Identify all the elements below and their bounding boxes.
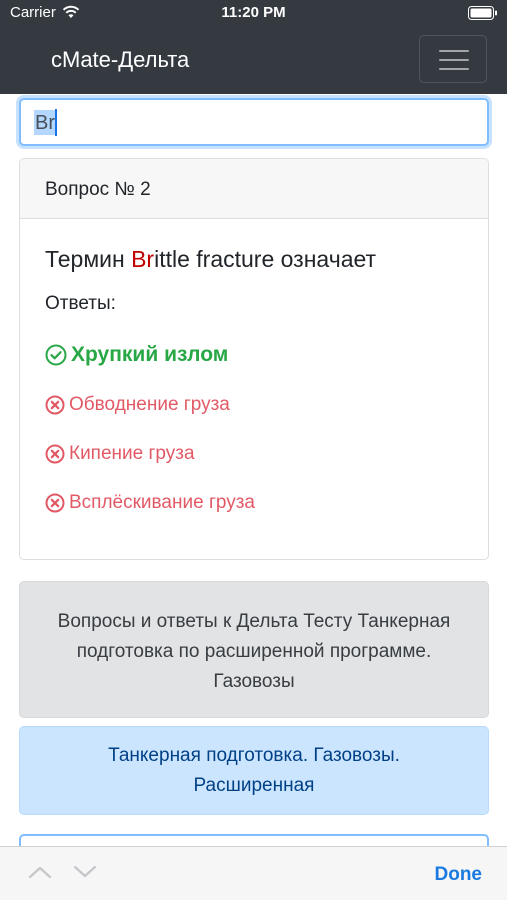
question-title-rest: ittle fracture означает: [154, 246, 377, 272]
answer-wrong: Обводнение груза: [45, 394, 230, 416]
question-title-prefix: Термин: [45, 246, 132, 272]
answer-text: Хрупкий излом: [71, 343, 229, 366]
clock: 11:20 PM: [221, 4, 286, 21]
x-circle-icon: [45, 493, 65, 513]
chevron-up-icon[interactable]: [28, 864, 52, 880]
test-info-box: Вопросы и ответы к Дельта Тесту Танкерна…: [19, 581, 489, 718]
question-header: Вопрос № 2: [20, 159, 488, 219]
answers-label: Ответы:: [45, 293, 116, 314]
answer-text: Кипение груза: [69, 443, 195, 464]
menu-toggle-button[interactable]: [419, 35, 487, 83]
answer-correct: Хрупкий излом: [45, 343, 228, 367]
answer-text: Всплёскивание груза: [69, 492, 256, 513]
done-button[interactable]: Done: [435, 864, 483, 886]
x-circle-icon: [45, 444, 65, 464]
answer-wrong: Всплёскивание груза: [45, 492, 255, 514]
status-bar: Carrier 11:20 PM: [0, 0, 507, 26]
navbar: cMate-Дельта: [0, 26, 507, 94]
answer-wrong: Кипение груза: [45, 443, 195, 465]
question-card: Вопрос № 2 Термин Brittle fracture означ…: [19, 158, 489, 560]
chevron-down-icon[interactable]: [73, 864, 97, 880]
x-circle-icon: [45, 395, 65, 415]
question-title: Термин Brittle fracture означает: [45, 246, 376, 273]
category-link[interactable]: Танкерная подготовка. Газовозы. Расширен…: [19, 726, 489, 815]
search-highlight: Br: [131, 246, 155, 272]
search-input[interactable]: [19, 98, 489, 146]
check-circle-icon: [45, 344, 67, 366]
keyboard-accessory-bar: Done: [0, 846, 507, 900]
battery-icon: [468, 6, 497, 20]
brand-title[interactable]: cMate-Дельта: [51, 47, 189, 73]
answer-text: Обводнение груза: [69, 394, 230, 415]
